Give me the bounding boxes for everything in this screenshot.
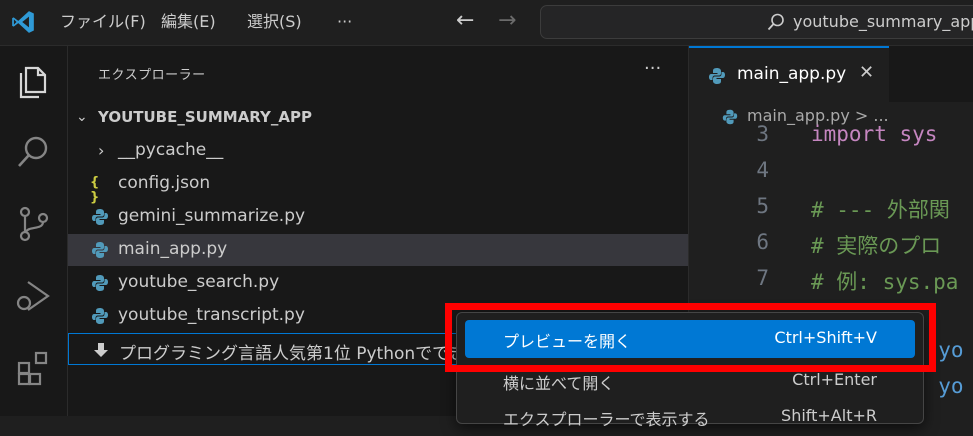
command-center-search[interactable]: youtube_summary_app bbox=[540, 5, 973, 39]
highlight-box bbox=[445, 303, 936, 372]
tree-item-label: __pycache__ bbox=[118, 140, 224, 160]
explorer-title: エクスプローラー bbox=[98, 68, 206, 83]
activity-bar bbox=[0, 46, 68, 416]
vscode-logo-icon bbox=[12, 11, 34, 33]
tab-label: main_app.py bbox=[737, 64, 847, 84]
python-icon bbox=[92, 209, 108, 225]
back-arrow-icon[interactable]: ← bbox=[456, 10, 474, 32]
python-icon bbox=[92, 275, 108, 291]
workspace-folder[interactable]: ⌄ YOUTUBE_SUMMARY_APP bbox=[68, 104, 688, 136]
code-text: # 例: sys.pa bbox=[811, 270, 959, 294]
line-number: 6 bbox=[756, 230, 769, 254]
tab-main-app[interactable]: main_app.py ✕ bbox=[689, 46, 889, 102]
menu-edit[interactable]: 編集(E) bbox=[161, 0, 216, 45]
code-text: import sys bbox=[811, 122, 938, 146]
menu-item-label: エクスプローラーで表示する bbox=[503, 410, 710, 429]
code-text: # --- 外部関 bbox=[811, 198, 950, 222]
search-sidebar-icon[interactable] bbox=[14, 132, 54, 172]
explorer-files-icon[interactable] bbox=[14, 62, 54, 102]
menu-more[interactable]: ··· bbox=[337, 0, 352, 45]
tree-item-pycache[interactable]: › __pycache__ bbox=[68, 135, 688, 167]
search-text: youtube_summary_app bbox=[793, 12, 973, 31]
download-icon bbox=[94, 343, 108, 357]
chevron-down-icon: ⌄ bbox=[76, 109, 88, 125]
explorer-more-button[interactable]: ··· bbox=[644, 58, 661, 79]
menu-selection[interactable]: 選択(S) bbox=[247, 0, 302, 45]
python-icon bbox=[92, 308, 108, 324]
run-debug-icon[interactable] bbox=[14, 276, 54, 316]
close-icon[interactable]: ✕ bbox=[859, 62, 874, 83]
tree-item-gemini-summarize[interactable]: gemini_summarize.py bbox=[68, 201, 688, 233]
tree-item-label: config.json bbox=[118, 173, 211, 193]
tree-item-config-json[interactable]: { } config.json bbox=[68, 168, 688, 205]
tree-item-label: プログラミング言語人気第1位 Pythonででき bbox=[119, 344, 467, 364]
python-icon bbox=[709, 68, 725, 84]
tree-item-label: youtube_transcript.py bbox=[118, 305, 305, 325]
menu-item-label: 横に並べて開く bbox=[503, 374, 615, 393]
menu-file[interactable]: ファイル(F) bbox=[60, 0, 146, 45]
title-bar: ファイル(F) 編集(E) 選択(S) ··· ← → youtube_summ… bbox=[0, 0, 973, 46]
search-icon bbox=[767, 13, 784, 31]
forward-arrow-icon[interactable]: → bbox=[498, 10, 516, 32]
source-control-icon[interactable] bbox=[14, 204, 54, 244]
menu-item-shortcut: Ctrl+Enter bbox=[792, 370, 877, 389]
code-text: # 実際のプロ bbox=[811, 234, 942, 258]
line-number: 3 bbox=[756, 122, 769, 146]
line-number: 7 bbox=[756, 266, 769, 290]
extensions-icon[interactable] bbox=[14, 348, 54, 388]
tree-item-label: gemini_summarize.py bbox=[118, 206, 306, 226]
line-number: 5 bbox=[756, 194, 769, 218]
tree-item-main-app[interactable]: main_app.py bbox=[68, 234, 688, 266]
chevron-right-icon: › bbox=[98, 141, 105, 160]
menu-item-reveal-in-explorer[interactable]: エクスプローラーで表示する Shift+Alt+R bbox=[465, 398, 915, 436]
tree-item-label: youtube_search.py bbox=[118, 272, 280, 292]
json-icon: { } bbox=[90, 175, 100, 205]
tree-item-label: main_app.py bbox=[118, 239, 228, 259]
line-number: 4 bbox=[756, 158, 769, 182]
tree-item-youtube-search[interactable]: youtube_search.py bbox=[68, 267, 688, 299]
workspace-folder-name: YOUTUBE_SUMMARY_APP bbox=[98, 108, 312, 126]
python-icon bbox=[92, 242, 108, 258]
